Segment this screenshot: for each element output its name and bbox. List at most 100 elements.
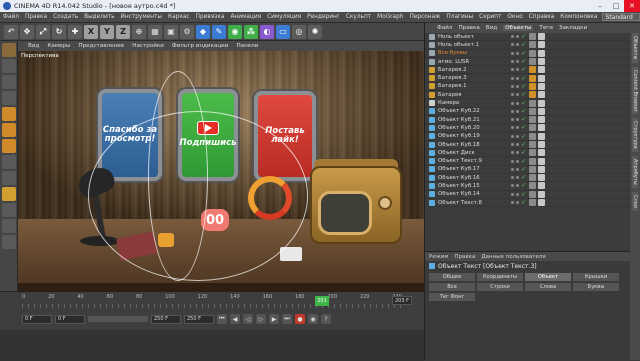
- material-tag-icon[interactable]: [529, 141, 536, 148]
- object-name[interactable]: Объект Текст.8: [438, 200, 508, 206]
- phong-tag-icon[interactable]: [538, 33, 545, 41]
- visibility-dots[interactable]: [511, 43, 519, 47]
- material-tag-icon[interactable]: [529, 124, 536, 132]
- enable-check-icon[interactable]: ✓: [521, 33, 526, 40]
- material-tag-icon[interactable]: [529, 99, 536, 107]
- object-name[interactable]: Все буквы: [438, 50, 508, 56]
- menu-mograph[interactable]: MoGraph: [374, 14, 406, 20]
- tweak-mode-icon[interactable]: [1, 171, 16, 185]
- menu-plugins[interactable]: Плагины: [443, 14, 476, 20]
- phong-tag-icon[interactable]: [538, 66, 545, 74]
- visibility-dots[interactable]: [511, 76, 519, 80]
- phong-tag-icon[interactable]: [538, 141, 545, 148]
- phong-tag-icon[interactable]: [538, 41, 545, 49]
- visibility-dots[interactable]: [511, 151, 519, 155]
- go-start-icon[interactable]: ⏮: [217, 314, 227, 324]
- attr-menu-mode[interactable]: Режим: [429, 254, 448, 260]
- material-tag-icon[interactable]: [529, 157, 536, 165]
- material-tag-icon[interactable]: [529, 74, 536, 82]
- attr-tab-words[interactable]: Слова: [525, 283, 571, 291]
- menu-character[interactable]: Персонаж: [406, 14, 443, 20]
- phong-tag-icon[interactable]: [538, 49, 545, 57]
- menu-simulate[interactable]: Симуляция: [264, 14, 304, 20]
- vp-menu-panel[interactable]: Панели: [236, 43, 258, 49]
- material-tag-icon[interactable]: [529, 165, 536, 173]
- layout-select[interactable]: Standard: [602, 13, 640, 21]
- enable-check-icon[interactable]: ✓: [521, 58, 526, 65]
- enable-check-icon[interactable]: ✓: [521, 50, 526, 57]
- enable-check-icon[interactable]: ✓: [521, 158, 526, 165]
- render-icon[interactable]: ▦: [148, 24, 162, 39]
- object-row[interactable]: Объект Куб.22 ✓: [425, 107, 631, 116]
- material-tag-icon[interactable]: [529, 49, 536, 57]
- phong-tag-icon[interactable]: [538, 132, 545, 140]
- render-view-icon[interactable]: ▣: [164, 24, 178, 39]
- axis-mode-icon[interactable]: [1, 155, 16, 169]
- object-name[interactable]: Объект Диск: [438, 150, 508, 156]
- visibility-dots[interactable]: [511, 201, 519, 205]
- enable-check-icon[interactable]: ✓: [521, 182, 526, 189]
- attr-tab-all[interactable]: Все: [429, 283, 475, 291]
- side-tab-content-browser[interactable]: Content Browser: [632, 66, 638, 115]
- phong-tag-icon[interactable]: [538, 99, 545, 107]
- object-name[interactable]: Батарея: [438, 92, 508, 98]
- workplane-icon[interactable]: [1, 91, 16, 105]
- object-row[interactable]: Объект Куб.20 ✓: [425, 124, 631, 133]
- object-row[interactable]: Батарея.3 ✓: [425, 74, 631, 83]
- visibility-dots[interactable]: [511, 192, 519, 196]
- object-row[interactable]: Объект Куб.19 ✓: [425, 132, 631, 141]
- enable-check-icon[interactable]: ✓: [521, 116, 526, 123]
- next-key-icon[interactable]: ▶: [269, 314, 279, 324]
- visibility-dots[interactable]: [511, 126, 519, 130]
- enable-check-icon[interactable]: ✓: [521, 141, 526, 148]
- keyframe-icon[interactable]: ?: [321, 314, 331, 324]
- enable-check-icon[interactable]: ✓: [521, 124, 526, 131]
- object-row[interactable]: Объект Куб.16 ✓: [425, 174, 631, 183]
- object-name[interactable]: Батарея.1: [438, 83, 508, 89]
- phong-tag-icon[interactable]: [538, 165, 545, 173]
- visibility-dots[interactable]: [511, 93, 519, 97]
- material-tag-icon[interactable]: [529, 91, 536, 99]
- vp-menu-display[interactable]: Представление: [78, 43, 124, 49]
- obj-menu-objects[interactable]: Объекты: [503, 25, 534, 31]
- enable-check-icon[interactable]: ✓: [521, 66, 526, 73]
- play-reverse-icon[interactable]: ◁: [243, 314, 253, 324]
- y-axis-icon[interactable]: Y: [100, 24, 114, 39]
- edges-mode-icon[interactable]: [1, 123, 16, 137]
- make-editable-icon[interactable]: [1, 43, 16, 57]
- attr-menu-userdata[interactable]: Данные пользователя: [481, 254, 545, 260]
- light-icon[interactable]: ✺: [308, 24, 322, 39]
- phong-tag-icon[interactable]: [538, 157, 545, 165]
- menu-layout[interactable]: Компоновка: [557, 14, 600, 20]
- menu-script[interactable]: Скрипт: [476, 14, 504, 20]
- visibility-dots[interactable]: [511, 84, 519, 88]
- visibility-dots[interactable]: [511, 143, 519, 146]
- phong-tag-icon[interactable]: [538, 149, 545, 157]
- add-icon[interactable]: ✚: [68, 24, 82, 39]
- object-row[interactable]: Батарея.1 ✓: [425, 82, 631, 92]
- visibility-dots[interactable]: [511, 118, 519, 122]
- attr-tab-coord[interactable]: Координаты: [477, 273, 523, 281]
- object-name[interactable]: Объект Куб.17: [438, 166, 508, 172]
- vp-menu-cameras[interactable]: Камеры: [47, 43, 70, 49]
- play-icon[interactable]: ▷: [256, 314, 266, 324]
- move-icon[interactable]: ✥: [20, 24, 34, 39]
- object-row[interactable]: Ноль объект.1 ✓: [425, 41, 631, 50]
- snap-icon[interactable]: [1, 187, 16, 201]
- object-name[interactable]: Объект Куб.18: [438, 142, 508, 148]
- object-name[interactable]: Объект Куб.21: [438, 117, 508, 123]
- obj-menu-bookmarks[interactable]: Закладки: [559, 25, 587, 31]
- material-tag-icon[interactable]: [529, 41, 536, 49]
- visibility-dots[interactable]: [511, 60, 519, 64]
- max-frame-field[interactable]: 250 F: [151, 314, 181, 324]
- attr-tab-caps[interactable]: Крышки: [573, 273, 619, 281]
- visibility-dots[interactable]: [511, 68, 519, 72]
- object-name[interactable]: Объект Куб.20: [438, 125, 508, 131]
- menu-tools[interactable]: Инструменты: [118, 14, 165, 20]
- phong-tag-icon[interactable]: [538, 199, 545, 207]
- visibility-dots[interactable]: [511, 35, 519, 39]
- attr-tab-phong[interactable]: Тег Фонг: [429, 293, 475, 301]
- object-name[interactable]: Объект Текст.9: [438, 158, 508, 164]
- object-row[interactable]: Объект Куб.17 ✓: [425, 165, 631, 175]
- obj-menu-edit[interactable]: Правка: [458, 25, 479, 31]
